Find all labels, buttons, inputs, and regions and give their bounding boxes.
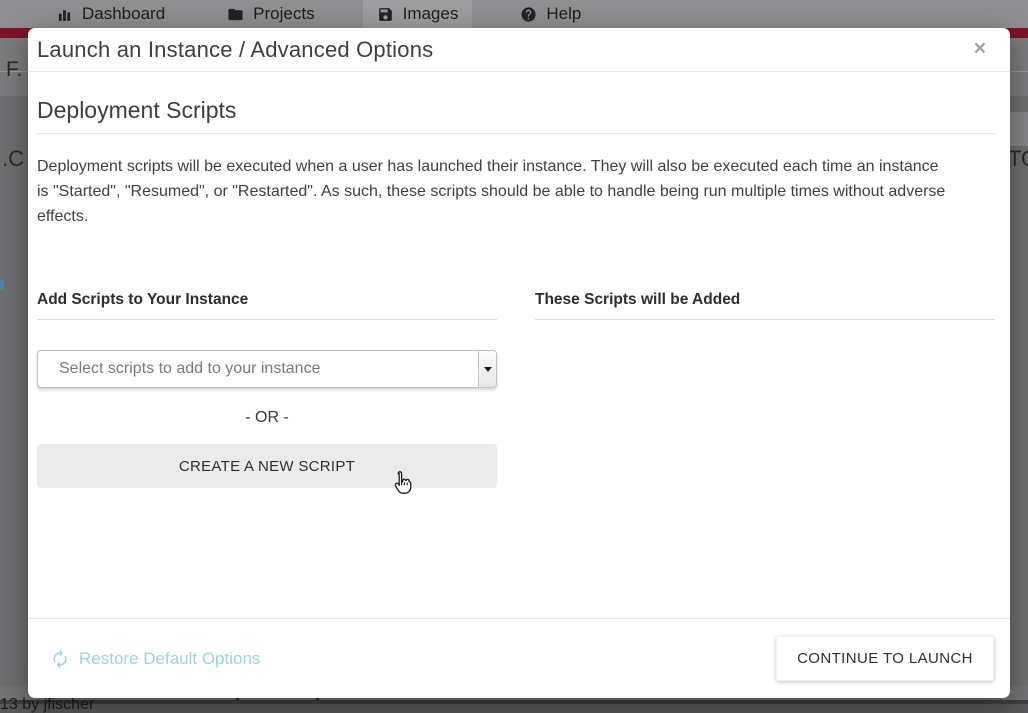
scripts-select-value: Select scripts to add to your instance [38,351,496,387]
scripts-select[interactable]: Select scripts to add to your instance [37,350,497,388]
close-icon[interactable]: × [970,37,990,61]
background-footer-text: 13 by jfischer [0,696,94,713]
save-icon [377,6,394,23]
background-title-fragment-right: TO [1008,146,1028,172]
nav-item-projects[interactable]: Projects [213,0,328,28]
add-scripts-column: Add Scripts to Your Instance Select scri… [37,291,497,488]
add-scripts-header: Add Scripts to Your Instance [37,291,497,320]
nav-item-label: Projects [253,4,314,24]
restore-default-options-label: Restore Default Options [79,649,260,669]
added-scripts-column: These Scripts will be Added [535,291,995,488]
dropdown-arrow-icon[interactable] [478,351,496,387]
or-separator-text: - OR - [37,409,497,427]
modal-footer: Restore Default Options CONTINUE TO LAUN… [28,618,1010,698]
restore-default-options-button[interactable]: Restore Default Options [50,649,260,669]
nav-item-label: Images [403,4,459,24]
create-script-wrap: CREATE A NEW SCRIPT [37,444,497,488]
background-box-fragment-right [1010,112,1028,146]
added-scripts-header: These Scripts will be Added [535,291,995,320]
section-title: Deployment Scripts [37,97,995,134]
background-text-fragment-left: F. [6,58,22,82]
background-title-fragment-left: .C [2,146,24,172]
nav-item-label: Dashboard [82,4,165,24]
section-description: Deployment scripts will be executed when… [37,154,949,229]
nav-item-dashboard[interactable]: Dashboard [42,0,179,28]
modal-body: Deployment Scripts Deployment scripts wi… [28,97,1010,488]
modal-title: Launch an Instance / Advanced Options [37,37,433,63]
background-nav-bar: Dashboard Projects Images Help [0,0,1028,28]
refresh-icon [50,649,70,669]
help-circle-icon [520,6,537,23]
nav-item-help[interactable]: Help [506,0,595,28]
scripts-columns: Add Scripts to Your Instance Select scri… [37,291,995,488]
bar-chart-icon [56,6,73,23]
advanced-options-modal: Launch an Instance / Advanced Options × … [28,28,1010,698]
create-new-script-button[interactable]: CREATE A NEW SCRIPT [37,444,497,488]
nav-item-label: Help [546,4,581,24]
hand-cursor-icon [389,471,413,497]
nav-item-images[interactable]: Images [363,0,473,28]
background-bottom-strip [0,704,1028,713]
background-link-fragment [0,280,4,289]
folder-icon [227,6,244,23]
modal-header: Launch an Instance / Advanced Options × [28,28,1010,72]
continue-to-launch-button[interactable]: CONTINUE TO LAUNCH [776,636,994,681]
